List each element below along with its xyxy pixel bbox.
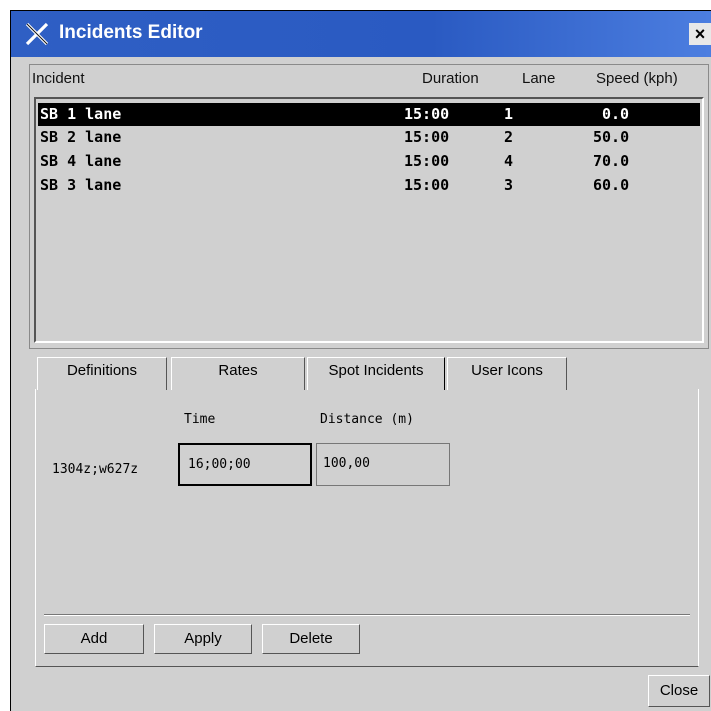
incident-lane: 2 [504,128,514,146]
add-button[interactable]: Add [44,624,144,654]
incident-name: SB 3 lane [40,176,122,194]
incident-speed: 0.0 [602,105,630,123]
delete-button[interactable]: Delete [262,624,360,654]
tab-user-icons[interactable]: User Icons [447,357,567,390]
distance-field[interactable]: 100,00 [316,443,450,486]
distance-column-label: Distance (m) [320,412,414,427]
list-item[interactable]: SB 1 lane 15:00 1 0.0 [38,103,700,126]
time-field[interactable]: 16;00;00 [178,443,312,486]
incident-duration: 15:00 [404,128,450,146]
tab-spot-incidents[interactable]: Spot Incidents [307,357,445,390]
list-item[interactable]: SB 4 lane 15:00 4 70.0 [38,150,700,173]
incident-duration: 15:00 [404,152,450,170]
incident-lane: 3 [504,176,514,194]
column-header-speed[interactable]: Speed (kph) [596,70,678,87]
incident-name: SB 1 lane [40,105,122,123]
incident-speed: 60.0 [593,176,630,194]
title-bar[interactable]: Incidents Editor × [11,11,711,57]
tab-rates[interactable]: Rates [171,357,305,390]
incident-lane: 1 [504,105,514,123]
spot-incidents-panel: Time Distance (m) 1304z;w627z 16;00;00 1… [35,389,699,667]
divider [44,614,690,616]
apply-button[interactable]: Apply [154,624,252,654]
incident-list[interactable]: SB 1 lane 15:00 1 0.0 SB 2 lane 15:00 2 … [34,97,704,343]
incident-speed: 50.0 [593,128,630,146]
window-close-icon[interactable]: × [689,23,711,45]
location-label: 1304z;w627z [52,462,139,477]
column-header-duration[interactable]: Duration [422,70,479,87]
incident-name: SB 2 lane [40,128,122,146]
incidents-editor-window: Incidents Editor × Incident Duration Lan… [10,10,711,711]
list-header: Incident Duration Lane Speed (kph) [30,65,708,92]
incident-name: SB 4 lane [40,152,122,170]
incident-duration: 15:00 [404,105,450,123]
x-logo-icon [25,22,49,46]
incident-speed: 70.0 [593,152,630,170]
tab-definitions[interactable]: Definitions [37,357,167,390]
list-item[interactable]: SB 3 lane 15:00 3 60.0 [38,174,700,197]
incident-list-panel: Incident Duration Lane Speed (kph) SB 1 … [29,64,709,349]
incident-lane: 4 [504,152,514,170]
column-header-lane[interactable]: Lane [522,70,555,87]
column-header-incident[interactable]: Incident [32,70,85,87]
time-column-label: Time [184,412,216,427]
close-button[interactable]: Close [648,675,710,707]
window-title: Incidents Editor [59,22,203,43]
list-item[interactable]: SB 2 lane 15:00 2 50.0 [38,126,700,149]
incident-duration: 15:00 [404,176,450,194]
